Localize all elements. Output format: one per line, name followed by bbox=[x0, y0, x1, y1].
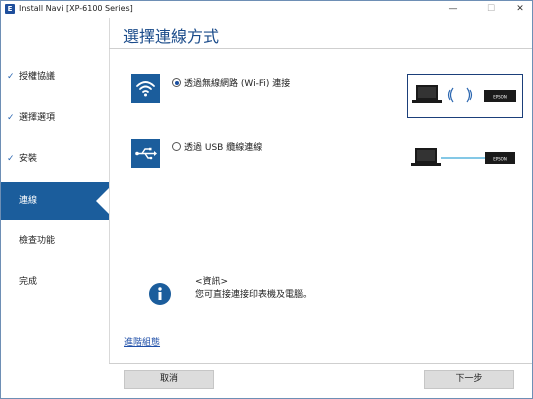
step-label: 授權協議 bbox=[19, 72, 56, 82]
printer-brand: EPSON bbox=[493, 95, 507, 100]
page-title: 選擇連線方式 bbox=[123, 27, 220, 46]
window-title: Install Navi [XP-6100 Series] bbox=[19, 4, 133, 13]
step-install: ✓ 安裝 bbox=[1, 147, 109, 171]
step-label: 安裝 bbox=[19, 154, 38, 164]
check-icon: ✓ bbox=[7, 154, 15, 164]
step-check-functions: 檢查功能 bbox=[1, 229, 109, 253]
close-button[interactable]: ✕ bbox=[508, 3, 532, 16]
maximize-button[interactable]: ☐ bbox=[479, 3, 503, 16]
info-text: 您可直接連接印表機及電腦。 bbox=[195, 290, 313, 300]
usb-option-label[interactable]: 透過 USB 纜線連線 bbox=[184, 140, 262, 153]
info-title: <資訊> bbox=[195, 277, 229, 287]
footer-divider bbox=[109, 363, 532, 364]
cancel-button[interactable]: 取消 bbox=[124, 370, 214, 389]
step-connection: 連線 bbox=[1, 182, 109, 220]
step-label: 選擇選項 bbox=[19, 113, 56, 123]
wifi-option-label[interactable]: 透過無線網路 (Wi-Fi) 連接 bbox=[184, 76, 290, 89]
step-finish: 完成 bbox=[1, 270, 109, 294]
wifi-icon bbox=[131, 74, 160, 103]
active-step-arrow-icon bbox=[96, 188, 109, 214]
check-icon: ✓ bbox=[7, 72, 15, 82]
header-divider bbox=[109, 48, 532, 49]
usb-radio[interactable] bbox=[172, 142, 181, 151]
title-bar: E Install Navi [XP-6100 Series] — ☐ ✕ bbox=[1, 1, 532, 18]
minimize-button[interactable]: — bbox=[441, 3, 465, 16]
steps-sidebar: ✓ 授權協議 ✓ 選擇選項 ✓ 安裝 連線 檢查功能 完成 bbox=[1, 18, 110, 364]
info-icon bbox=[149, 283, 171, 305]
printer-brand: EPSON bbox=[493, 157, 507, 162]
step-label: 連線 bbox=[19, 196, 38, 206]
next-button[interactable]: 下一步 bbox=[424, 370, 514, 389]
step-label: 檢查功能 bbox=[19, 236, 56, 246]
step-options: ✓ 選擇選項 bbox=[1, 106, 109, 130]
wifi-radio[interactable] bbox=[172, 78, 181, 87]
step-license: ✓ 授權協議 bbox=[1, 65, 109, 89]
advanced-configuration-link[interactable]: 進階組態 bbox=[124, 335, 160, 348]
wifi-connection-diagram: EPSON bbox=[407, 74, 523, 118]
installer-window: E Install Navi [XP-6100 Series] — ☐ ✕ ✓ … bbox=[0, 0, 533, 399]
usb-icon bbox=[131, 139, 160, 168]
usb-connection-diagram: EPSON bbox=[407, 141, 521, 177]
step-label: 完成 bbox=[19, 277, 38, 287]
check-icon: ✓ bbox=[7, 113, 15, 123]
app-icon: E bbox=[5, 4, 15, 14]
